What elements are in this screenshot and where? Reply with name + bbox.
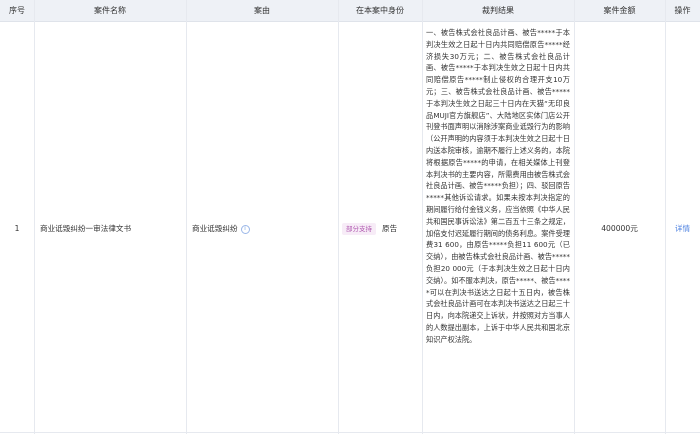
column-divider	[338, 0, 339, 434]
row-cause: 商业诋毁纠纷 i	[192, 221, 336, 237]
row-index: 1	[14, 224, 20, 233]
header-result: 裁判结果	[482, 6, 514, 15]
header-amount: 案件金额	[603, 6, 636, 15]
column-divider	[422, 0, 423, 434]
row-case-name: 商业诋毁纠纷一审法律文书	[40, 224, 132, 233]
column-divider	[186, 0, 187, 434]
row-cause-text: 商业诋毁纠纷	[192, 224, 238, 233]
column-divider	[665, 0, 666, 434]
column-divider	[574, 0, 575, 434]
details-link[interactable]: 详情	[665, 221, 700, 237]
header-case-name: 案件名称	[94, 6, 126, 15]
header-action: 操作	[674, 6, 691, 15]
case-table: 序号 案件名称 案由 在本案中身份 裁判结果 案件金额 操作 1 商业诋毁纠纷一…	[0, 0, 700, 434]
info-circle-icon[interactable]: i	[240, 224, 250, 234]
row-role-text: 原告	[382, 224, 398, 233]
header-cause: 案由	[254, 6, 270, 15]
row-role: 部分支持 原告	[342, 221, 420, 237]
header-index: 序号	[9, 6, 25, 15]
judgment-status-badge: 部分支持	[342, 223, 376, 235]
table-header: 序号 案件名称 案由 在本案中身份 裁判结果 案件金额 操作	[0, 0, 700, 22]
row-amount: 400000元	[601, 224, 638, 233]
row-divider	[0, 432, 700, 433]
column-divider	[34, 0, 35, 434]
header-role: 在本案中身份	[356, 6, 404, 15]
row-result: 一、被告株式会社良品计画、被告*****于本判决生效之日起十日内共同赔偿原告**…	[426, 28, 570, 344]
